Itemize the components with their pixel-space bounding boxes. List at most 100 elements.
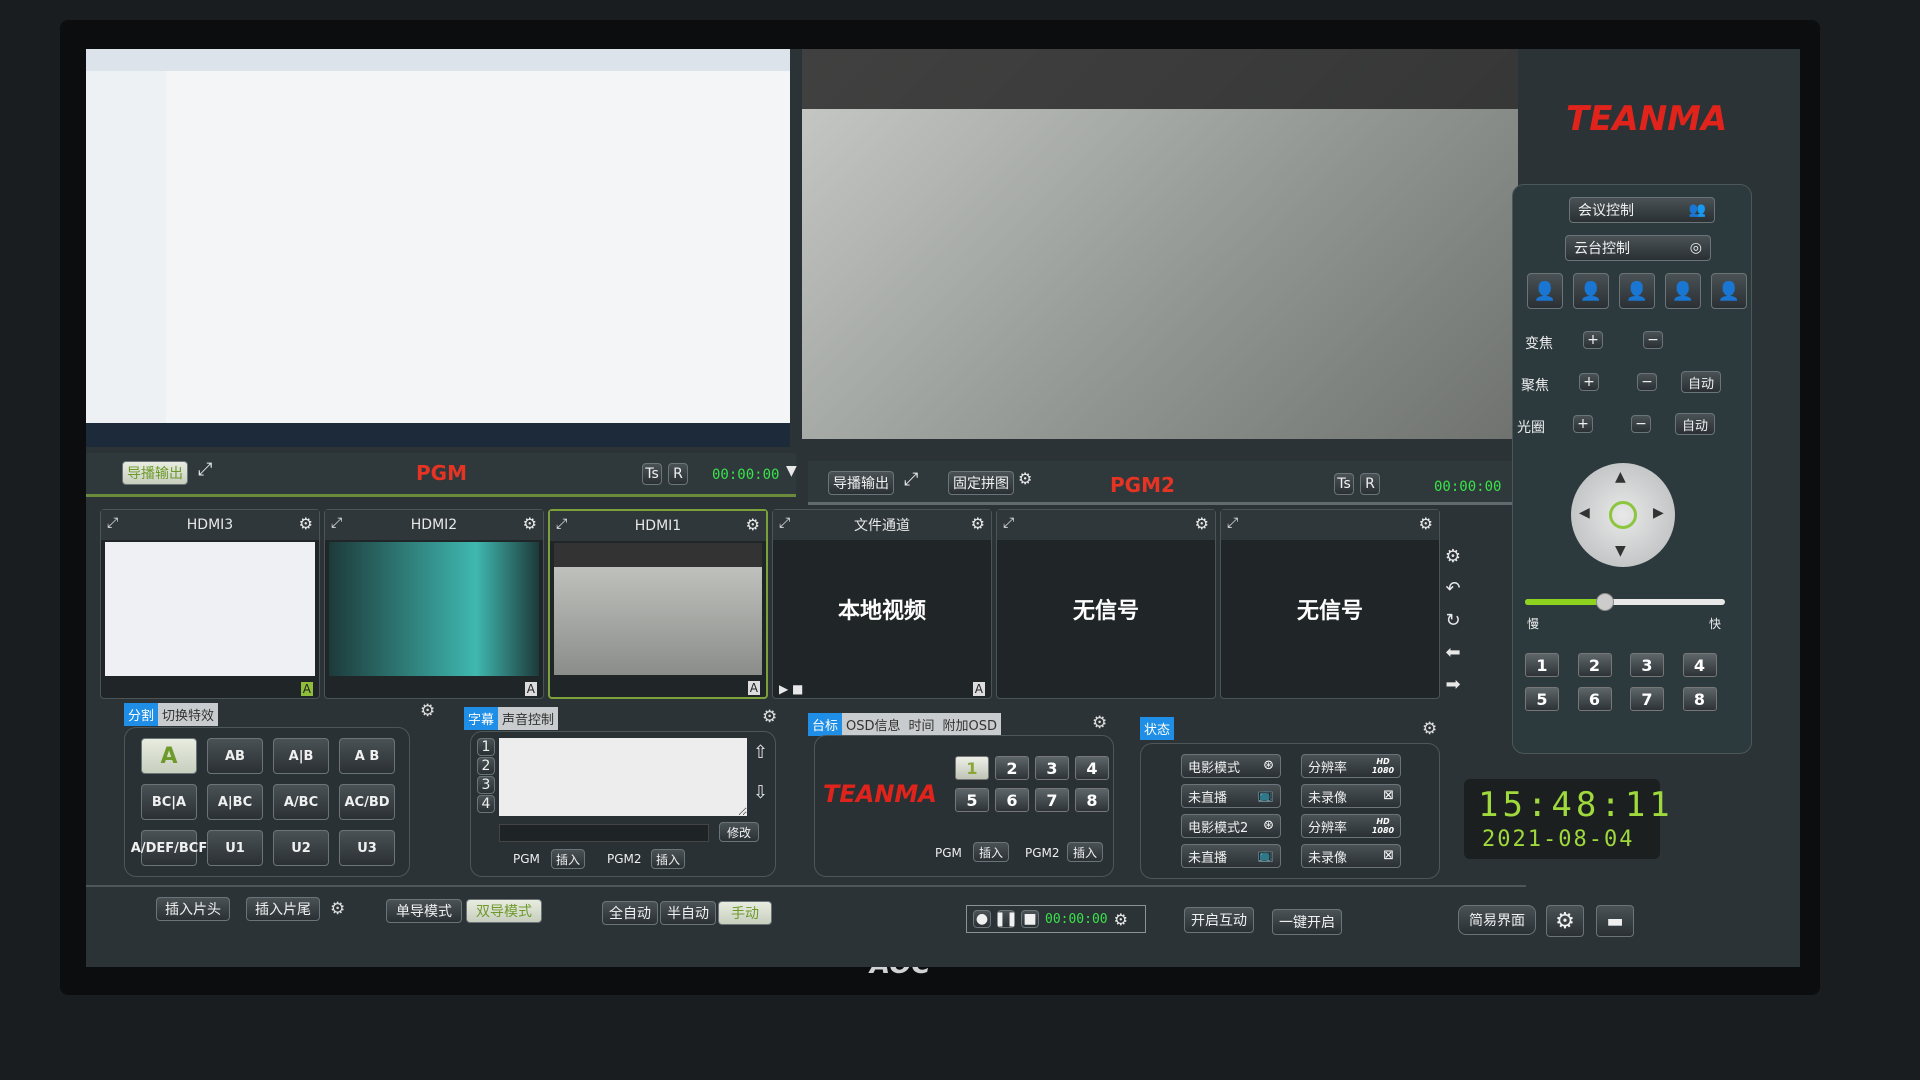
iris-auto-button[interactable]: 自动 — [1675, 413, 1715, 435]
filter-icon[interactable]: ▼ — [786, 463, 797, 479]
pgm2-insert-button[interactable]: 插入 — [651, 849, 685, 869]
arrow-up-icon[interactable]: ⇧ — [753, 742, 768, 763]
audio-badge[interactable]: A — [300, 682, 313, 696]
tab-status[interactable]: 状态 — [1140, 717, 1175, 740]
expand-icon[interactable]: ⤢ — [331, 515, 342, 531]
source-tile-hdmi1[interactable]: ⤢ HDMI1 ⚙ A — [548, 509, 768, 699]
tab-osd[interactable]: OSD信息 — [842, 713, 905, 736]
interact-button[interactable]: 开启互动 — [1184, 907, 1254, 933]
layout-button[interactable]: U2 — [273, 830, 329, 866]
single-person-icon[interactable]: 👤 — [1527, 273, 1563, 309]
logo-slot-button[interactable]: 1 — [955, 756, 989, 780]
preset-button[interactable]: 2 — [1577, 653, 1612, 677]
arrow-down-icon[interactable]: ▼ — [1615, 543, 1626, 559]
arrow-left-icon[interactable]: ⬅ — [1438, 637, 1468, 669]
fullscreen-icon[interactable]: ⤢ — [198, 459, 212, 480]
caption-edit-input[interactable] — [499, 824, 709, 842]
source-tile-hdmi2[interactable]: ⤢ HDMI2 ⚙ A — [324, 509, 544, 699]
pgm2-preview[interactable] — [802, 49, 1518, 439]
gear-icon[interactable]: ⚙ — [1092, 713, 1107, 733]
gear-icon[interactable]: ⚙ — [299, 514, 313, 533]
undo-icon[interactable]: ↶ — [1438, 573, 1468, 605]
gear-icon[interactable]: ⚙ — [523, 514, 537, 533]
gear-icon[interactable]: ⚙ — [1419, 514, 1433, 533]
stop-icon[interactable]: ■ — [1021, 910, 1039, 928]
preset-button[interactable]: 8 — [1682, 687, 1717, 711]
logo-slot-button[interactable]: 6 — [995, 788, 1029, 812]
folder-icon[interactable]: ▬ — [1596, 905, 1634, 937]
logo-slot-button[interactable]: 3 — [1035, 756, 1069, 780]
pause-icon[interactable]: ❚❚ — [994, 910, 1018, 928]
tab-transition[interactable]: 切换特效 — [158, 703, 218, 726]
modify-button[interactable]: 修改 — [719, 822, 759, 842]
layout-button[interactable]: AC/BD — [339, 784, 395, 820]
two-person-icon[interactable]: 👤 — [1619, 273, 1655, 309]
audio-badge[interactable]: A — [524, 682, 537, 696]
preset-button[interactable]: 3 — [1630, 653, 1664, 677]
tab-audio[interactable]: 声音控制 — [498, 707, 558, 730]
gear-icon[interactable]: ⚙ — [762, 707, 777, 727]
zoom-out-button[interactable]: − — [1643, 331, 1663, 349]
manual-button[interactable]: 手动 — [718, 901, 772, 925]
expand-icon[interactable]: ⤢ — [107, 515, 118, 531]
gear-icon[interactable]: ⚙ — [1422, 719, 1437, 739]
arrow-down-icon[interactable]: ⇩ — [753, 782, 768, 803]
tab-logo[interactable]: 台标 — [808, 713, 843, 736]
gear-icon[interactable]: ⚙ — [1018, 469, 1032, 488]
pgm-insert-button[interactable]: 插入 — [551, 849, 585, 869]
single-mode-button[interactable]: 单导模式 — [386, 899, 462, 923]
arrow-left-icon[interactable]: ◀ — [1579, 505, 1590, 521]
tab-extra-osd[interactable]: 附加OSD — [939, 713, 1002, 736]
audio-badge[interactable]: A — [747, 681, 760, 695]
caption-line-3[interactable]: 3 — [477, 776, 495, 794]
ptz-direction-pad[interactable]: ▲ ▼ ◀ ▶ — [1571, 463, 1675, 567]
logo-slot-button[interactable]: 7 — [1035, 788, 1069, 812]
play-icon[interactable]: ▶ ■ — [779, 682, 803, 696]
gear-icon[interactable]: ⚙ — [1195, 514, 1209, 533]
layout-button[interactable]: U3 — [339, 830, 395, 866]
iris-open-button[interactable]: + — [1573, 415, 1593, 433]
layout-button[interactable]: BC|A — [141, 784, 197, 820]
source-tile-6[interactable]: ⤢ ⚙ 无信号 — [1220, 509, 1440, 699]
tab-caption[interactable]: 字幕 — [464, 707, 499, 730]
gear-icon[interactable]: ⚙ — [420, 701, 435, 721]
ptz-control-button[interactable]: 云台控制 ◎ — [1565, 235, 1711, 261]
gear-icon[interactable]: ⚙ — [971, 514, 985, 533]
ts-button[interactable]: Ts — [642, 463, 662, 485]
status-item[interactable]: 未录像 ⊠ — [1301, 784, 1401, 808]
logo-slot-button[interactable]: 4 — [1075, 756, 1109, 780]
simple-ui-button[interactable]: 简易界面 — [1458, 905, 1536, 935]
layout-button[interactable]: A B — [339, 738, 395, 774]
gear-icon[interactable]: ⚙ — [746, 515, 760, 534]
caption-line-2[interactable]: 2 — [477, 757, 495, 775]
layout-button[interactable]: A|B — [273, 738, 329, 774]
insert-head-button[interactable]: 插入片头 — [156, 897, 230, 921]
layout-button[interactable]: A/DEF/BCF — [131, 830, 207, 866]
preset-button[interactable]: 5 — [1525, 687, 1559, 711]
gear-icon[interactable]: ⚙ — [1438, 541, 1468, 573]
status-item[interactable]: 电影模式2 ⊛ — [1181, 814, 1281, 838]
focus-out-button[interactable]: − — [1637, 373, 1657, 391]
ts-button[interactable]: Ts — [1334, 473, 1354, 495]
layout-button[interactable]: U1 — [207, 830, 263, 866]
expand-icon[interactable]: ⤢ — [779, 515, 790, 531]
settings-gear-icon[interactable]: ⚙ — [1546, 905, 1584, 937]
pgm-preview[interactable] — [86, 49, 790, 447]
preset-button[interactable]: 7 — [1630, 687, 1664, 711]
focus-auto-button[interactable]: 自动 — [1681, 371, 1721, 393]
gear-icon[interactable]: ⚙ — [1114, 910, 1128, 929]
caption-text-input[interactable] — [499, 738, 747, 816]
pgm2-output-button[interactable]: 导播输出 — [828, 471, 894, 495]
layout-button[interactable]: A — [141, 738, 197, 774]
crowd-icon[interactable]: 👤 — [1711, 273, 1747, 309]
fullscreen-icon[interactable]: ⤢ — [904, 469, 918, 490]
tab-split[interactable]: 分割 — [124, 703, 159, 726]
insert-tail-button[interactable]: 插入片尾 — [246, 897, 320, 921]
logo-slot-button[interactable]: 5 — [955, 788, 989, 812]
layout-button[interactable]: A|BC — [207, 784, 263, 820]
arrow-up-icon[interactable]: ▲ — [1615, 469, 1626, 485]
expand-icon[interactable]: ⤢ — [1003, 515, 1014, 531]
logo-slot-button[interactable]: 2 — [995, 756, 1029, 780]
refresh-icon[interactable]: ↻ — [1438, 605, 1468, 637]
slider-handle[interactable] — [1596, 593, 1614, 611]
